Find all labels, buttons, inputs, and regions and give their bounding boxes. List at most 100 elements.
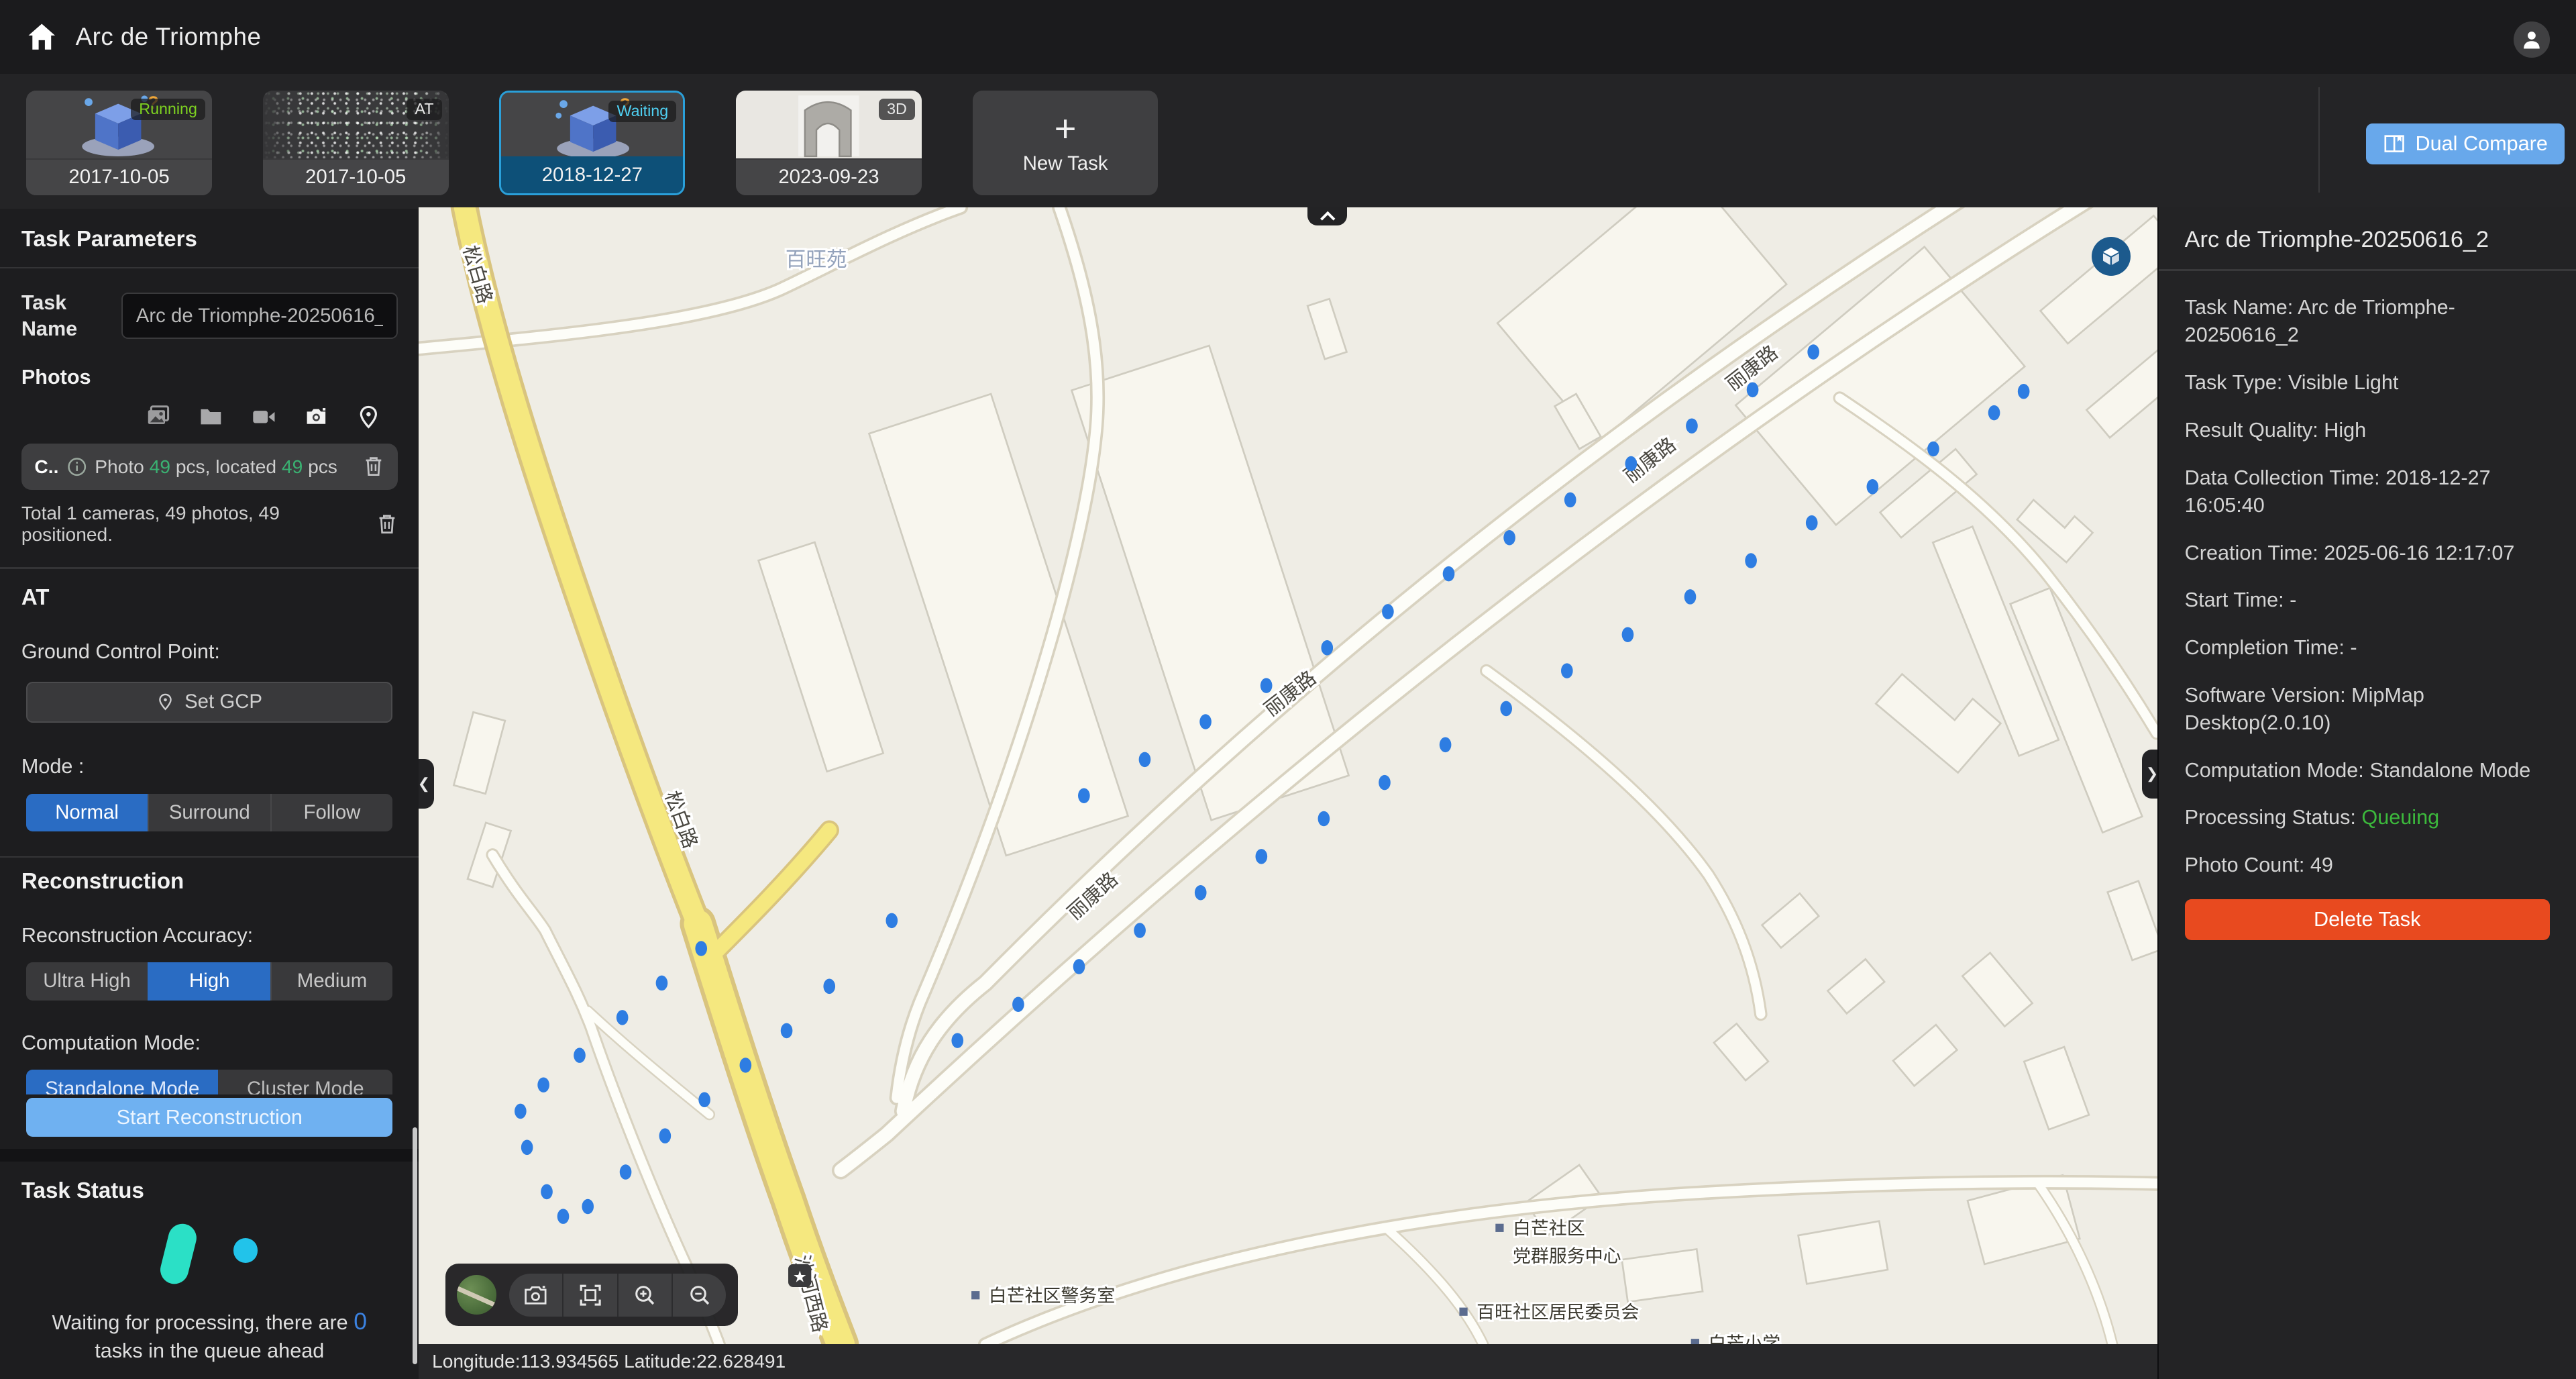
task-card-4-date: 2023-09-23 — [736, 158, 922, 196]
accuracy-segmented-control: Ultra High High Medium — [26, 962, 392, 1000]
camera-icon[interactable] — [304, 405, 329, 429]
divider — [0, 267, 419, 268]
section-separator — [0, 1149, 419, 1162]
svg-text:百旺社区居民委员会: 百旺社区居民委员会 — [1477, 1302, 1640, 1322]
divider — [0, 856, 419, 858]
task-details-panel: Arc de Triomphe-20250616_2 Task Name: Ar… — [2157, 207, 2576, 1379]
panel-title: Task Parameters — [21, 227, 398, 252]
computation-option-standalone[interactable]: Standalone Mode — [26, 1070, 218, 1094]
zoom-in-icon — [633, 1284, 656, 1307]
book-compare-icon — [2383, 132, 2406, 155]
computation-option-cluster[interactable]: Cluster Mode — [218, 1070, 392, 1094]
divider — [0, 567, 419, 568]
start-reconstruction-button[interactable]: Start Reconstruction — [26, 1098, 392, 1137]
field-creation-time: Creation Time: 2025-06-16 12:17:07 — [2185, 540, 2550, 567]
expand-right-panel-tab[interactable]: ❯ — [2142, 750, 2157, 799]
loading-animation — [21, 1204, 398, 1299]
field-completion-time: Completion Time: - — [2185, 634, 2550, 662]
chevron-up-icon — [1320, 211, 1336, 221]
svg-text:★: ★ — [793, 1268, 807, 1285]
task-card-3-selected[interactable]: ? Waiting 2018-12-27 — [499, 91, 685, 196]
gallery-icon[interactable] — [146, 405, 171, 429]
user-avatar-icon[interactable] — [2514, 21, 2550, 58]
reconstruction-section-title: Reconstruction — [21, 869, 398, 895]
task-card-1-date: 2017-10-05 — [26, 158, 212, 196]
trash-icon[interactable] — [363, 455, 384, 478]
dual-compare-button[interactable]: Dual Compare — [2366, 123, 2565, 164]
task-card-1[interactable]: ? Running 2017-10-05 — [26, 91, 212, 196]
camera-capture-icon — [523, 1284, 548, 1306]
svg-text:白芒社区警务室: 白芒社区警务室 — [989, 1286, 1115, 1306]
loading-blob-cyan — [233, 1238, 258, 1263]
mode-option-surround[interactable]: Surround — [148, 794, 270, 831]
collapse-left-panel-tab[interactable]: ❮ — [419, 759, 433, 808]
field-processing-status: Processing Status: Queuing — [2185, 804, 2550, 831]
map-canvas[interactable]: 百旺苑 丽康路丽康路丽康路丽康路松白路松白路沙河西路 白芒社区党群服务中心百旺社… — [419, 207, 2157, 1379]
header: Arc de Triomphe — [0, 0, 2576, 74]
new-task-button[interactable]: + New Task — [973, 91, 1159, 196]
photos-label: Photos — [21, 366, 398, 389]
accuracy-option-ultra-high[interactable]: Ultra High — [26, 962, 148, 1000]
task-name-input[interactable] — [121, 293, 397, 339]
task-card-3-date: 2018-12-27 — [501, 156, 683, 194]
toolbar-divider — [2318, 87, 2320, 193]
mode-label: Mode : — [21, 755, 398, 778]
field-photo-count: Photo Count: 49 — [2185, 852, 2550, 879]
chevron-right-icon: ❯ — [2146, 765, 2157, 782]
app-window: Arc de Triomphe ? Running 2017-10-05 AT … — [0, 0, 2576, 1379]
task-status-title: Task Status — [21, 1178, 398, 1204]
field-software-version: Software Version: MipMap Desktop(2.0.10) — [2185, 682, 2550, 737]
map-area-labels: 百旺苑 — [786, 248, 847, 271]
task-name-label: Task Name — [21, 290, 121, 342]
folder-icon[interactable] — [199, 405, 223, 429]
svg-text:党群服务中心: 党群服务中心 — [1513, 1246, 1622, 1266]
computation-mode-label: Computation Mode: — [21, 1031, 398, 1055]
home-icon[interactable] — [26, 21, 58, 53]
field-result-quality: Result Quality: High — [2185, 417, 2550, 444]
mode-option-normal[interactable]: Normal — [26, 794, 148, 831]
task-thumbnails-bar: ? Running 2017-10-05 AT 2017-10-05 ? Wai… — [0, 74, 2576, 210]
accuracy-option-medium[interactable]: Medium — [270, 962, 393, 1000]
trash-all-icon[interactable] — [376, 513, 398, 535]
svg-text:白芒小学: 白芒小学 — [1709, 1333, 1781, 1345]
location-pin-icon[interactable] — [356, 405, 381, 429]
details-title: Arc de Triomphe-20250616_2 — [2185, 227, 2550, 253]
mode-option-follow[interactable]: Follow — [270, 794, 393, 831]
gcp-pin-icon — [156, 691, 174, 713]
mode-segmented-control: Normal Surround Follow — [26, 794, 392, 831]
screenshot-button[interactable] — [509, 1274, 562, 1317]
at-section-title: AT — [21, 585, 398, 611]
fit-view-button[interactable] — [562, 1274, 616, 1317]
info-icon — [67, 457, 87, 476]
loading-blob-teal — [158, 1221, 199, 1286]
task-card-4[interactable]: 3D 2023-09-23 — [736, 91, 922, 196]
collapse-thumbnails-tab[interactable] — [1307, 207, 1347, 225]
set-gcp-button[interactable]: Set GCP — [26, 682, 392, 722]
field-task-name: Task Name: Arc de Triomphe-20250616_2 — [2185, 294, 2550, 350]
sidebar-scrollbar[interactable] — [413, 1127, 417, 1364]
task-card-2-date: 2017-10-05 — [263, 158, 449, 196]
plus-icon: + — [1055, 111, 1077, 147]
status-badge: AT — [407, 99, 441, 120]
queue-count: 0 — [354, 1308, 367, 1335]
status-badge: Waiting — [608, 101, 676, 122]
chevron-left-icon: ❮ — [419, 775, 430, 793]
video-camera-icon[interactable] — [252, 405, 276, 429]
photos-summary: Total 1 cameras, 49 photos, 49 positione… — [21, 503, 376, 546]
delete-task-button[interactable]: Delete Task — [2185, 899, 2550, 940]
accuracy-label: Reconstruction Accuracy: — [21, 924, 398, 948]
queue-status-text: Waiting for processing, there are 0 task… — [33, 1306, 386, 1366]
accuracy-option-high[interactable]: High — [148, 962, 270, 1000]
field-start-time: Start Time: - — [2185, 586, 2550, 614]
task-card-2[interactable]: AT 2017-10-05 — [263, 91, 449, 196]
status-badge: 3D — [879, 99, 915, 120]
field-computation-mode: Computation Mode: Standalone Mode — [2185, 757, 2550, 784]
field-data-collection-time: Data Collection Time: 2018-12-27 16:05:4… — [2185, 464, 2550, 520]
zoom-in-button[interactable] — [617, 1274, 672, 1317]
zoom-out-button[interactable] — [672, 1274, 726, 1317]
camera-group-row[interactable]: C.. Photo 49 pcs, located 49 pcs — [21, 444, 398, 490]
svg-text:百旺苑: 百旺苑 — [786, 248, 847, 271]
map-svg: 百旺苑 丽康路丽康路丽康路丽康路松白路松白路沙河西路 白芒社区党群服务中心百旺社… — [419, 207, 2157, 1345]
gcp-label: Ground Control Point: — [21, 640, 398, 664]
basemap-layer-thumbnail[interactable] — [457, 1275, 496, 1315]
